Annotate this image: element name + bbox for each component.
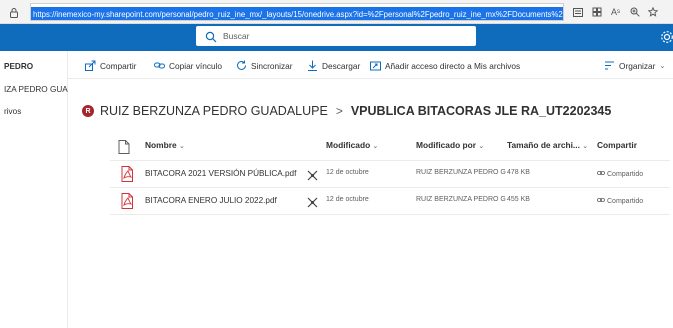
add-shortcut-icon [370, 60, 381, 71]
shared-status-icon [307, 168, 318, 181]
zoom-icon[interactable] [625, 4, 644, 20]
sync-icon [236, 60, 247, 71]
share-button[interactable]: Compartir [85, 60, 136, 71]
address-url: https://inemexico-my.sharepoint.com/pers… [31, 7, 563, 20]
column-modified-label: Modificado [326, 140, 371, 150]
suite-header: Buscar [0, 24, 673, 51]
nav-item-files[interactable]: rivos [4, 107, 21, 116]
file-modified: 12 de octubre [326, 196, 369, 203]
add-shortcut-label: Añadir acceso directo a Mis archivos [385, 60, 521, 71]
download-label: Descargar [322, 60, 361, 71]
nav-item-user[interactable]: PEDRO [4, 62, 33, 71]
column-header-size[interactable]: Tamaño de archi... ⌄ [507, 140, 588, 156]
file-type-header-icon[interactable] [118, 140, 132, 154]
divider [110, 214, 670, 215]
search-placeholder: Buscar [223, 31, 250, 41]
file-sharing[interactable]: Compartido [597, 169, 643, 179]
column-header-name[interactable]: Nombre ⌄ [145, 140, 185, 156]
file-sharing[interactable]: Compartido [597, 196, 643, 206]
pdf-file-icon [120, 193, 134, 209]
file-modified: 12 de octubre [326, 169, 369, 176]
copy-link-label: Copiar vínculo [169, 60, 223, 71]
file-name[interactable]: BITACORA ENERO JULIO 2022.pdf [145, 196, 277, 205]
lock-icon[interactable] [6, 4, 22, 20]
file-modified-by[interactable]: RUIZ BERZUNZA PEDRO G [416, 169, 506, 176]
chevron-down-icon: ⌄ [372, 143, 379, 150]
gear-icon[interactable] [660, 30, 673, 44]
table-row[interactable]: BITACORA ENERO JULIO 2022.pdf 12 de octu… [110, 188, 670, 214]
breadcrumb-separator: > [335, 104, 343, 118]
column-size-label: Tamaño de archi... [507, 140, 580, 150]
link-icon [154, 60, 165, 71]
chevron-down-icon: ⌄ [659, 62, 666, 70]
column-header-modified[interactable]: Modificado ⌄ [326, 140, 378, 156]
breadcrumb: R RUIZ BERZUNZA PEDRO GUADALUPE > VPUBLI… [82, 104, 611, 118]
file-modified-by[interactable]: RUIZ BERZUNZA PEDRO G [416, 196, 506, 203]
extensions-icon[interactable] [587, 4, 606, 20]
breadcrumb-parent[interactable]: RUIZ BERZUNZA PEDRO GUADALUPE [100, 104, 328, 118]
chevron-down-icon: ⌄ [582, 143, 589, 150]
column-name-label: Nombre [145, 140, 177, 150]
column-header-share[interactable]: Compartir [597, 140, 637, 156]
sort-icon [604, 60, 615, 71]
command-bar: Compartir Copiar vínculo Sincronizar Des… [68, 51, 673, 79]
download-icon [307, 60, 318, 71]
address-bar[interactable]: https://inemexico-my.sharepoint.com/pers… [30, 3, 564, 21]
organize-label: Organizar [619, 60, 656, 71]
avatar: R [82, 105, 94, 117]
reader-mode-icon[interactable] [568, 4, 587, 20]
favorites-icon[interactable] [644, 4, 663, 20]
page-title: VPUBLICA BITACORAS JLE RA_UT2202345 [350, 104, 612, 118]
file-name[interactable]: BITACORA 2021 VERSIÓN PÚBLICA.pdf [145, 169, 296, 178]
read-aloud-icon[interactable]: Aˢ [606, 4, 625, 20]
column-header-modified-by[interactable]: Modificado por ⌄ [416, 140, 484, 156]
shared-status-icon [307, 195, 318, 208]
left-navigation: PEDRO IZA PEDRO GUA rivos [0, 51, 68, 328]
download-button[interactable]: Descargar [307, 60, 360, 71]
sync-button[interactable]: Sincronizar [236, 60, 293, 71]
sharing-label: Compartido [607, 197, 644, 205]
table-row[interactable]: BITACORA 2021 VERSIÓN PÚBLICA.pdf 12 de … [110, 161, 670, 187]
search-box[interactable]: Buscar [196, 26, 476, 46]
link-icon [597, 196, 605, 206]
share-icon [85, 60, 96, 71]
column-share-label: Compartir [597, 140, 638, 150]
chevron-down-icon: ⌄ [478, 143, 485, 150]
organize-button[interactable]: Organizar ⌄ [604, 60, 665, 71]
chevron-down-icon: ⌄ [178, 143, 185, 150]
copy-link-button[interactable]: Copiar vínculo [154, 60, 222, 71]
file-size: 478 KB [507, 169, 530, 176]
browser-toolbar: https://inemexico-my.sharepoint.com/pers… [0, 0, 673, 24]
nav-item-my-files[interactable]: IZA PEDRO GUA [4, 85, 68, 94]
search-icon [205, 30, 217, 43]
pdf-file-icon [120, 166, 134, 182]
sync-label: Sincronizar [251, 60, 293, 71]
share-label: Compartir [100, 60, 137, 71]
sharing-label: Compartido [607, 170, 644, 178]
column-modified-by-label: Modificado por [416, 140, 477, 150]
file-size: 455 KB [507, 196, 530, 203]
link-icon [597, 169, 605, 179]
add-shortcut-button[interactable]: Añadir acceso directo a Mis archivos [370, 60, 520, 71]
